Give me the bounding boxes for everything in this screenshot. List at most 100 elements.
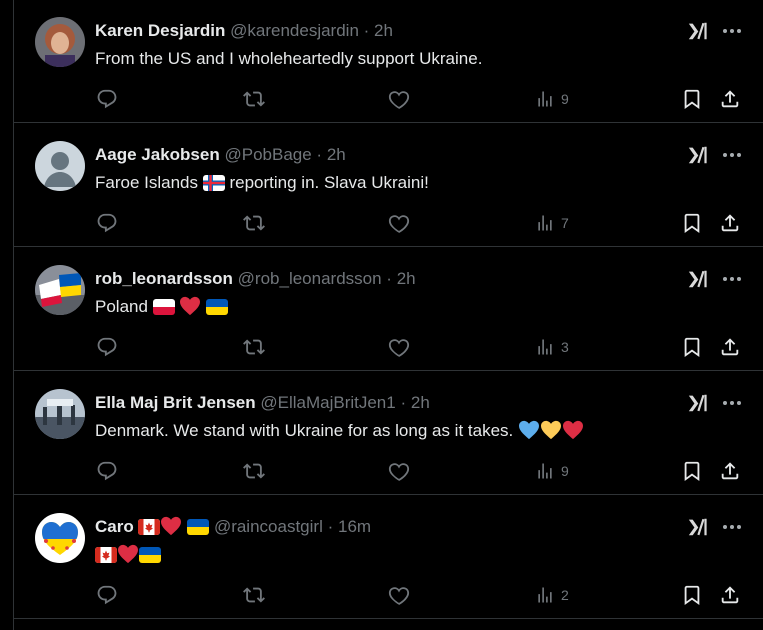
username[interactable]: @karendesjardin bbox=[230, 21, 359, 40]
display-name[interactable]: Karen Desjardin bbox=[95, 21, 225, 40]
grok-icon[interactable] bbox=[687, 516, 709, 538]
views-button[interactable]: 3 bbox=[535, 334, 569, 360]
reply-icon bbox=[96, 336, 118, 358]
canada-flag-icon bbox=[95, 547, 117, 563]
retweet-button[interactable] bbox=[243, 210, 265, 236]
views-button[interactable]: 7 bbox=[535, 210, 569, 236]
like-button[interactable] bbox=[388, 86, 410, 112]
photo-avatar-icon bbox=[35, 17, 85, 67]
share-icon bbox=[719, 212, 741, 234]
views-icon bbox=[535, 213, 555, 233]
tweet[interactable]: rob_leonardsson @rob_leonardsson · 2h Po… bbox=[14, 248, 763, 371]
share-button[interactable] bbox=[719, 582, 741, 608]
tweet-header: Karen Desjardin @karendesjardin · 2h bbox=[95, 20, 393, 42]
timestamp[interactable]: 2h bbox=[411, 393, 430, 412]
bookmark-icon bbox=[681, 212, 703, 234]
reply-button[interactable] bbox=[96, 582, 118, 608]
reply-button[interactable] bbox=[96, 86, 118, 112]
timestamp[interactable]: 2h bbox=[374, 21, 393, 40]
retweet-button[interactable] bbox=[243, 458, 265, 484]
like-button[interactable] bbox=[388, 582, 410, 608]
separator-dot: · bbox=[363, 21, 370, 40]
retweet-icon bbox=[243, 460, 265, 482]
bookmark-button[interactable] bbox=[681, 582, 703, 608]
tweet[interactable]: Caro @raincoastgirl · 16m 2 bbox=[14, 496, 763, 619]
username[interactable]: @EllaMajBritJen1 bbox=[260, 393, 395, 412]
retweet-button[interactable] bbox=[243, 86, 265, 112]
share-button[interactable] bbox=[719, 334, 741, 360]
views-button[interactable]: 9 bbox=[535, 86, 569, 112]
bookmark-icon bbox=[681, 584, 703, 606]
reply-button[interactable] bbox=[96, 334, 118, 360]
reply-button[interactable] bbox=[96, 210, 118, 236]
avatar[interactable] bbox=[35, 17, 85, 67]
like-button[interactable] bbox=[388, 210, 410, 236]
tweet-text bbox=[95, 543, 161, 567]
bookmark-icon bbox=[681, 88, 703, 110]
ukraine-heart-avatar-icon bbox=[35, 513, 85, 563]
views-icon bbox=[535, 89, 555, 109]
username[interactable]: @PobBage bbox=[224, 145, 311, 164]
tweet-text-part: Denmark. We stand with Ukraine for as lo… bbox=[95, 421, 514, 440]
timeline: Karen Desjardin @karendesjardin · 2h Fro… bbox=[13, 0, 763, 630]
separator-dot: · bbox=[327, 517, 334, 536]
grok-icon[interactable] bbox=[687, 392, 709, 414]
avatar[interactable] bbox=[35, 389, 85, 439]
reply-button[interactable] bbox=[96, 458, 118, 484]
tweet-text: From the US and I wholeheartedly support… bbox=[95, 49, 483, 68]
faroe-flag-icon bbox=[202, 175, 225, 191]
avatar[interactable] bbox=[35, 141, 85, 191]
more-icon[interactable] bbox=[719, 268, 745, 290]
more-icon[interactable] bbox=[719, 20, 745, 42]
canada-flag-icon bbox=[138, 519, 161, 535]
display-name[interactable]: rob_leonardsson bbox=[95, 269, 233, 288]
red-heart-icon bbox=[118, 544, 138, 564]
share-button[interactable] bbox=[719, 86, 741, 112]
share-icon bbox=[719, 460, 741, 482]
views-count: 9 bbox=[561, 91, 569, 107]
share-button[interactable] bbox=[719, 458, 741, 484]
avatar[interactable] bbox=[35, 265, 85, 315]
more-icon[interactable] bbox=[719, 392, 745, 414]
retweet-button[interactable] bbox=[243, 582, 265, 608]
views-button[interactable]: 2 bbox=[535, 582, 569, 608]
tweet-text: Poland bbox=[95, 295, 229, 319]
grok-icon[interactable] bbox=[687, 268, 709, 290]
ukraine-flag-icon bbox=[187, 519, 210, 535]
grok-icon[interactable] bbox=[687, 20, 709, 42]
retweet-button[interactable] bbox=[243, 334, 265, 360]
share-icon bbox=[719, 336, 741, 358]
bookmark-button[interactable] bbox=[681, 458, 703, 484]
tweet[interactable]: Aage Jakobsen @PobBage · 2h Faroe Island… bbox=[14, 124, 763, 247]
bookmark-icon bbox=[681, 460, 703, 482]
tweet[interactable]: Karen Desjardin @karendesjardin · 2h Fro… bbox=[14, 0, 763, 123]
reply-icon bbox=[96, 584, 118, 606]
grok-icon[interactable] bbox=[687, 144, 709, 166]
tweet-header: rob_leonardsson @rob_leonardsson · 2h bbox=[95, 268, 416, 290]
username[interactable]: @raincoastgirl bbox=[214, 517, 323, 536]
display-name[interactable]: Ella Maj Brit Jensen bbox=[95, 393, 256, 412]
bookmark-button[interactable] bbox=[681, 210, 703, 236]
bookmark-button[interactable] bbox=[681, 334, 703, 360]
timestamp[interactable]: 16m bbox=[338, 517, 371, 536]
views-button[interactable]: 9 bbox=[535, 458, 569, 484]
bookmark-button[interactable] bbox=[681, 86, 703, 112]
views-count: 7 bbox=[561, 215, 569, 231]
like-button[interactable] bbox=[388, 458, 410, 484]
tweet[interactable]: Ella Maj Brit Jensen @EllaMajBritJen1 · … bbox=[14, 372, 763, 495]
timestamp[interactable]: 2h bbox=[397, 269, 416, 288]
avatar[interactable] bbox=[35, 513, 85, 563]
default-avatar-icon bbox=[35, 141, 85, 191]
more-icon[interactable] bbox=[719, 516, 745, 538]
more-icon[interactable] bbox=[719, 144, 745, 166]
like-button[interactable] bbox=[388, 334, 410, 360]
reply-icon bbox=[96, 88, 118, 110]
retweet-icon bbox=[243, 584, 265, 606]
like-icon bbox=[388, 88, 410, 110]
timestamp[interactable]: 2h bbox=[327, 145, 346, 164]
share-button[interactable] bbox=[719, 210, 741, 236]
display-name[interactable]: Caro bbox=[95, 516, 214, 536]
username[interactable]: @rob_leonardsson bbox=[238, 269, 382, 288]
display-name[interactable]: Aage Jakobsen bbox=[95, 145, 220, 164]
views-count: 3 bbox=[561, 339, 569, 355]
